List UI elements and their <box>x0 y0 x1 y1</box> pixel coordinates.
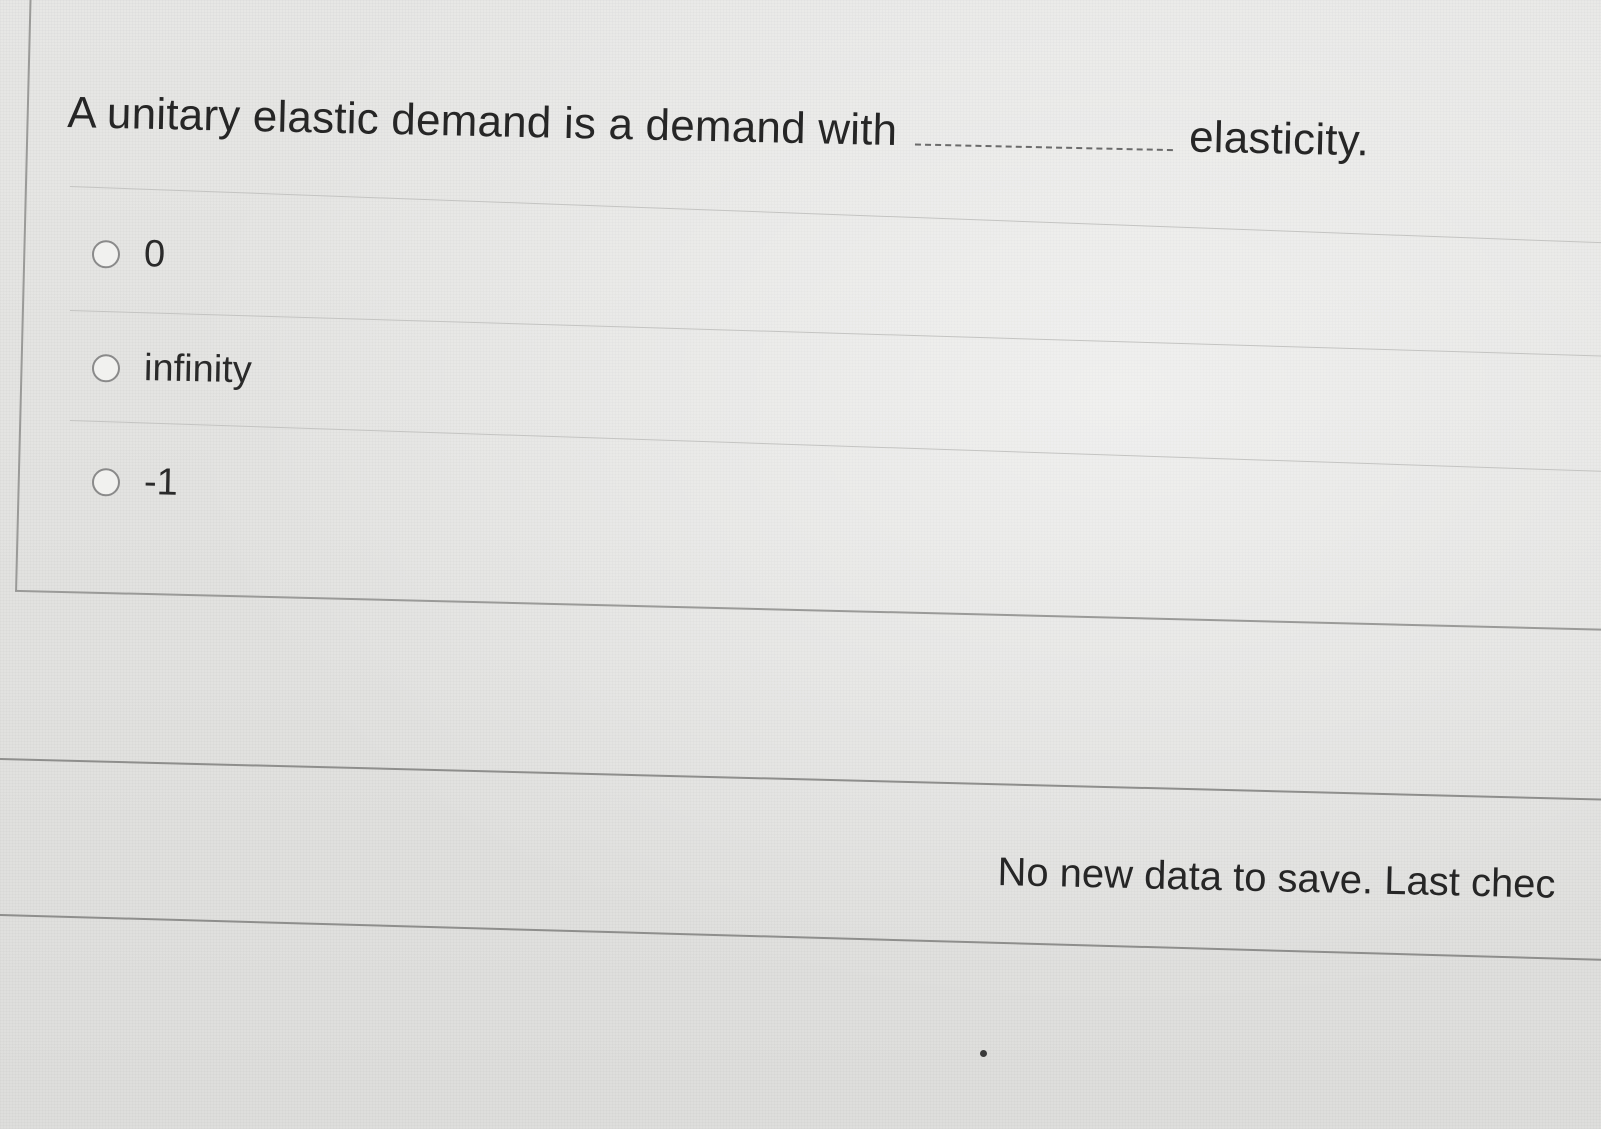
answer-blank <box>914 139 1174 152</box>
footer-bottom-border <box>0 914 1601 962</box>
option-label: -1 <box>143 461 179 504</box>
option-label: 0 <box>143 233 166 276</box>
footer-top-border <box>0 758 1601 802</box>
screen: A unitary elastic demand is a demand wit… <box>0 0 1601 1129</box>
option-infinity[interactable]: infinity <box>91 346 253 392</box>
radio-button[interactable] <box>91 239 121 269</box>
option-label: infinity <box>143 347 253 392</box>
radio-button[interactable] <box>91 467 121 497</box>
option-minus-one[interactable]: -1 <box>91 460 179 505</box>
dust-speck <box>980 1050 987 1057</box>
radio-button[interactable] <box>91 353 121 383</box>
save-status-message: No new data to save. Last chec <box>997 850 1556 907</box>
question-suffix: elasticity. <box>1188 112 1370 166</box>
option-0[interactable]: 0 <box>91 232 166 277</box>
